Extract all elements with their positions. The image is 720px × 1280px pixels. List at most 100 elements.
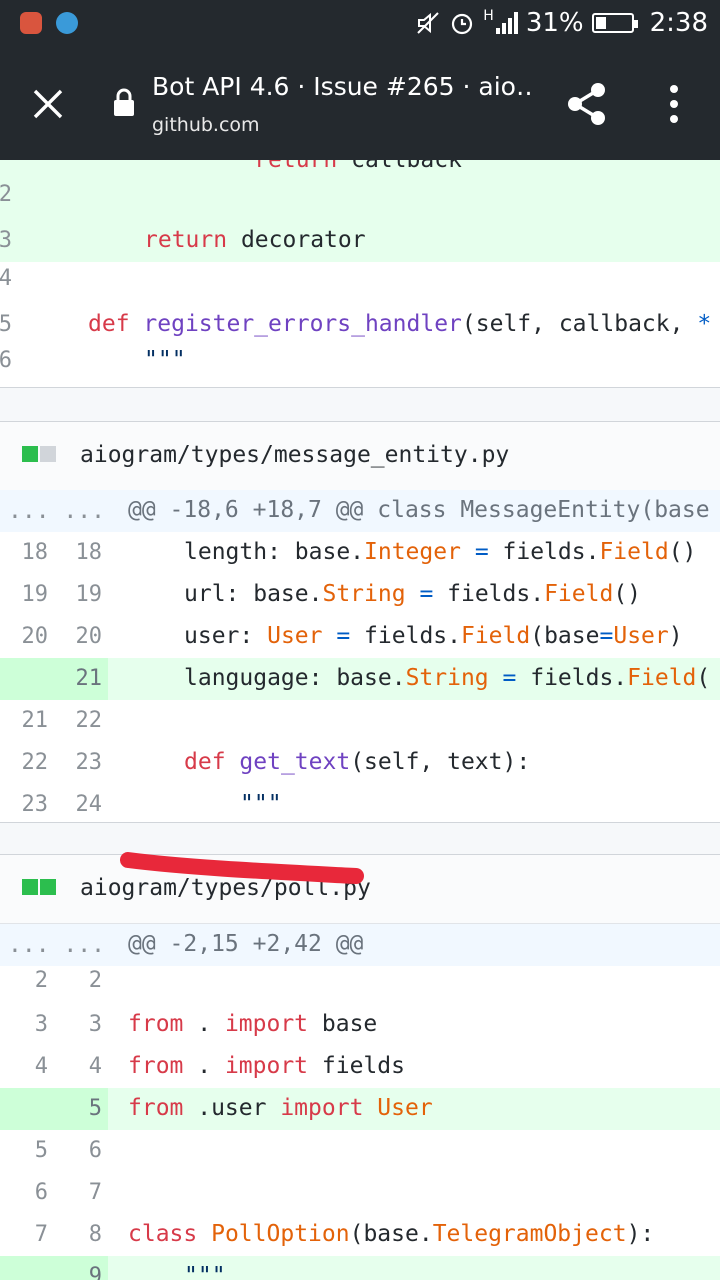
diff-line: 4 — [0, 262, 720, 304]
line-number-new: 9 — [88, 1264, 102, 1280]
code-text: class PollOption(base.TelegramObject): — [128, 1221, 655, 1247]
diff-line: 4 4 from . import fields — [0, 1046, 720, 1088]
diff-line: 6 """ — [0, 340, 720, 382]
browser-toolbar: Bot API 4.6 · Issue #265 · aio… github.c… — [0, 48, 720, 160]
diff-line: 18 18 length: base.Integer = fields.Fiel… — [0, 532, 720, 574]
line-number-old: 19 — [21, 582, 49, 607]
diff-line: 23 24 """ — [0, 784, 720, 826]
more-menu-button[interactable] — [652, 78, 696, 130]
code-text: langugage: base.String = fields.Field( — [184, 665, 711, 691]
share-icon — [568, 83, 605, 125]
line-number-new: 24 — [75, 792, 103, 817]
battery-percent: 31% — [525, 8, 584, 38]
diffstat-neutral-icon — [40, 446, 56, 462]
line-number-old: 5 — [34, 1138, 48, 1163]
code-text: return decorator — [144, 227, 366, 253]
line-number: 6 — [0, 348, 12, 373]
mail-app-icon — [20, 12, 42, 34]
file-header-message-entity[interactable]: aiogram/types/message_entity.py — [0, 421, 720, 491]
system-indicators: H 31% 2:38 — [415, 8, 708, 38]
line-number-old: 7 — [34, 1222, 48, 1247]
signal-icon — [495, 12, 518, 34]
page-domain[interactable]: github.com — [152, 114, 260, 136]
diff-line: 2 2 — [0, 960, 720, 1002]
code-text: user: User = fields.Field(base=User) — [184, 623, 683, 649]
diff-line: 3 return decorator — [0, 220, 720, 262]
hunk-text: @@ -18,6 +18,7 @@ class MessageEntity(ba… — [128, 497, 710, 523]
line-number-old: 6 — [34, 1180, 48, 1205]
code-text: """ — [240, 791, 282, 817]
expand-dots[interactable]: ... ... — [8, 498, 105, 524]
line-number-new: 20 — [75, 624, 103, 649]
diffstat-added-icon — [22, 879, 38, 895]
more-icon — [670, 85, 678, 93]
line-number: 2 — [0, 182, 12, 207]
code-text: from . import fields — [128, 1053, 405, 1079]
line-number-old: 4 — [34, 1054, 48, 1079]
alarm-icon — [452, 13, 473, 35]
code-text: from .user import User — [128, 1095, 433, 1121]
line-number-old: 2 — [34, 968, 48, 993]
diff-line-added: 5 from .user import User — [0, 1088, 720, 1130]
diffstat-added-icon — [40, 879, 56, 895]
line-number-new: 23 — [75, 750, 103, 775]
line-number-old: 3 — [34, 1012, 48, 1037]
line-number-new: 7 — [88, 1180, 102, 1205]
line-number-old: 18 — [21, 540, 49, 565]
diff-line-added: 9 """ — [0, 1256, 720, 1280]
battery-icon — [591, 13, 638, 33]
code-text: """ — [144, 347, 186, 373]
diff-line: 22 23 def get_text(self, text): — [0, 742, 720, 784]
line-number-new: 22 — [75, 708, 103, 733]
line-number-new: 3 — [88, 1012, 102, 1037]
diff-line: 7 8 class PollOption(base.TelegramObject… — [0, 1214, 720, 1256]
network-type-label: H — [483, 8, 494, 24]
clock: 2:38 — [649, 8, 708, 38]
battery-fill — [595, 17, 607, 29]
expand-dots[interactable]: ... ... — [8, 932, 105, 958]
code-text: url: base.String = fields.Field() — [184, 581, 642, 607]
mute-icon — [417, 12, 439, 34]
diffstat-added-icon — [22, 446, 38, 462]
line-number-new: 2 — [88, 968, 102, 993]
line-number: 4 — [0, 266, 12, 291]
file-name[interactable]: aiogram/types/message_entity.py — [80, 442, 509, 468]
page-title[interactable]: Bot API 4.6 · Issue #265 · aio… — [152, 72, 532, 101]
line-number-new: 5 — [88, 1096, 102, 1121]
notification-icons — [20, 12, 78, 34]
line-number-new: 4 — [88, 1054, 102, 1079]
diff-line-added: 21 langugage: base.String = fields.Field… — [0, 658, 720, 700]
line-number: 5 — [0, 312, 12, 337]
code-text: length: base.Integer = fields.Field() — [184, 539, 697, 565]
line-number-new: 18 — [75, 540, 103, 565]
hunk-header: ... ... @@ -18,6 +18,7 @@ class MessageE… — [0, 490, 720, 532]
lock-icon — [114, 88, 134, 116]
line-number-old: 20 — [21, 624, 49, 649]
diff-view: return callback 2 3 return decorator 4 5… — [0, 160, 720, 1280]
code-text: """ — [184, 1263, 226, 1280]
diff-line: 19 19 url: base.String = fields.Field() — [0, 574, 720, 616]
hunk-text: @@ -2,15 +2,42 @@ — [128, 931, 364, 957]
diff-line: 5 6 — [0, 1130, 720, 1172]
diff-line: 20 20 user: User = fields.Field(base=Use… — [0, 616, 720, 658]
diff-line: 6 7 — [0, 1172, 720, 1214]
status-bar: H 31% 2:38 — [0, 0, 720, 48]
line-number: 3 — [0, 228, 12, 253]
code-text: from . import base — [128, 1011, 378, 1037]
line-number-new: 19 — [75, 582, 103, 607]
close-button[interactable] — [22, 78, 74, 130]
diff-line: 2 — [0, 178, 720, 220]
share-button[interactable] — [562, 78, 614, 130]
code-text: def register_errors_handler(self, callba… — [88, 311, 712, 337]
diff-line: 21 22 — [0, 700, 720, 742]
line-number-old: 23 — [21, 792, 49, 817]
line-number-new: 8 — [88, 1222, 102, 1247]
close-icon — [33, 89, 63, 119]
code-text: def get_text(self, text): — [184, 749, 531, 775]
line-number-new: 21 — [75, 666, 103, 691]
telegram-icon — [56, 12, 78, 34]
line-number-old: 21 — [21, 708, 49, 733]
line-number-old: 22 — [21, 750, 49, 775]
file-separator — [0, 387, 720, 421]
red-underline-annotation — [120, 852, 364, 884]
